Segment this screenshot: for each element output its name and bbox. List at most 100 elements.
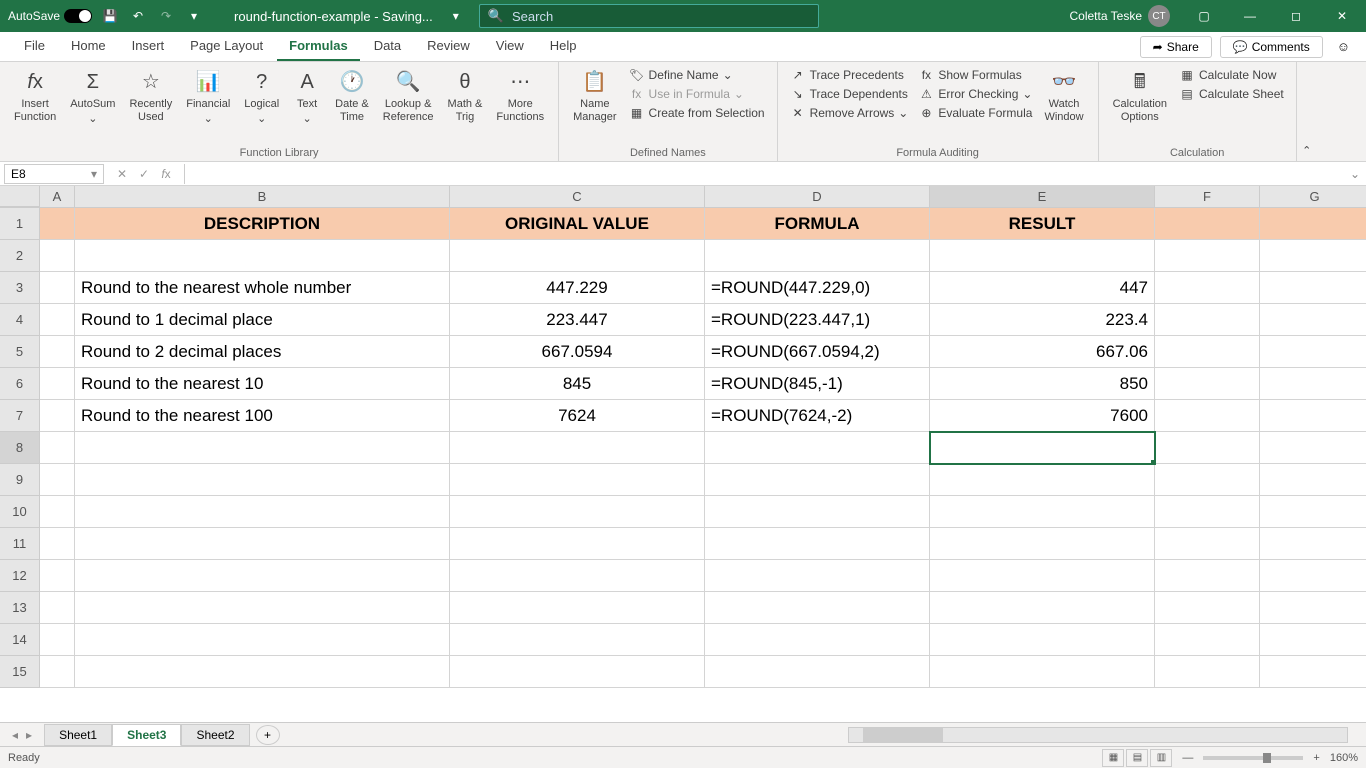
comments-button[interactable]: 💬 Comments (1220, 36, 1323, 58)
cell-A11[interactable] (40, 528, 75, 560)
smiley-icon[interactable]: ☺ (1331, 39, 1356, 54)
zoom-slider[interactable] (1203, 756, 1303, 760)
cell-A12[interactable] (40, 560, 75, 592)
cell-B9[interactable] (75, 464, 450, 496)
cell-A14[interactable] (40, 624, 75, 656)
undo-icon[interactable]: ↶ (128, 6, 148, 26)
cell-G5[interactable] (1260, 336, 1366, 368)
sheet-tab-sheet2[interactable]: Sheet2 (181, 724, 249, 746)
cell-A4[interactable] (40, 304, 75, 336)
row-header[interactable]: 2 (0, 240, 40, 272)
zoom-in-icon[interactable]: + (1313, 752, 1319, 764)
normal-view-icon[interactable]: ▦ (1102, 749, 1124, 767)
menu-tab-formulas[interactable]: Formulas (277, 32, 360, 61)
cell-D13[interactable] (705, 592, 930, 624)
col-header[interactable]: A (40, 186, 75, 207)
cell-D3[interactable]: =ROUND(447.229,0) (705, 272, 930, 304)
cell-F2[interactable] (1155, 240, 1260, 272)
cell-E10[interactable] (930, 496, 1155, 528)
cell-F4[interactable] (1155, 304, 1260, 336)
zoom-out-icon[interactable]: — (1182, 752, 1193, 764)
cell-B1[interactable]: DESCRIPTION (75, 208, 450, 240)
zoom-level[interactable]: 160% (1330, 752, 1358, 764)
sheet-tab-sheet1[interactable]: Sheet1 (44, 724, 112, 746)
cell-C4[interactable]: 223.447 (450, 304, 705, 336)
cell-B3[interactable]: Round to the nearest whole number (75, 272, 450, 304)
cell-E6[interactable]: 850 (930, 368, 1155, 400)
cell-D5[interactable]: =ROUND(667.0594,2) (705, 336, 930, 368)
cell-D4[interactable]: =ROUND(223.447,1) (705, 304, 930, 336)
text-button[interactable]: A Text⌄ (287, 66, 327, 128)
cell-C13[interactable] (450, 592, 705, 624)
sheet-nav-prev-icon[interactable]: ◂ (12, 728, 18, 742)
lookup-button[interactable]: 🔍 Lookup & Reference (377, 66, 440, 126)
add-sheet-button[interactable]: + (256, 725, 280, 745)
namebox-dropdown-icon[interactable]: ▾ (91, 167, 97, 181)
cell-G10[interactable] (1260, 496, 1366, 528)
menu-tab-file[interactable]: File (12, 32, 57, 61)
cell-A2[interactable] (40, 240, 75, 272)
cell-F7[interactable] (1155, 400, 1260, 432)
cell-C7[interactable]: 7624 (450, 400, 705, 432)
cell-G8[interactable] (1260, 432, 1366, 464)
cell-A3[interactable] (40, 272, 75, 304)
watch-window-button[interactable]: 👓 Watch Window (1038, 66, 1089, 126)
fx-icon[interactable]: fx (156, 167, 176, 181)
col-header[interactable]: B (75, 186, 450, 207)
cell-E14[interactable] (930, 624, 1155, 656)
cell-G3[interactable] (1260, 272, 1366, 304)
cell-C12[interactable] (450, 560, 705, 592)
cell-G7[interactable] (1260, 400, 1366, 432)
cell-E12[interactable] (930, 560, 1155, 592)
cell-B11[interactable] (75, 528, 450, 560)
cell-D12[interactable] (705, 560, 930, 592)
row-header[interactable]: 15 (0, 656, 40, 688)
create-from-selection-button[interactable]: ▦Create from Selection (625, 104, 769, 122)
cell-F11[interactable] (1155, 528, 1260, 560)
row-header[interactable]: 11 (0, 528, 40, 560)
error-checking-button[interactable]: ⚠Error Checking ⌄ (914, 85, 1036, 103)
filename-dropdown-icon[interactable]: ▾ (453, 9, 459, 23)
cell-C11[interactable] (450, 528, 705, 560)
menu-tab-data[interactable]: Data (362, 32, 413, 61)
row-header[interactable]: 6 (0, 368, 40, 400)
row-header[interactable]: 7 (0, 400, 40, 432)
cell-B10[interactable] (75, 496, 450, 528)
search-input[interactable]: 🔍 Search (479, 4, 819, 28)
cell-E8[interactable] (930, 432, 1155, 464)
cell-A7[interactable] (40, 400, 75, 432)
cell-B14[interactable] (75, 624, 450, 656)
collapse-ribbon-icon[interactable]: ⌃ (1297, 62, 1317, 161)
minimize-icon[interactable]: — (1230, 0, 1270, 32)
row-header[interactable]: 10 (0, 496, 40, 528)
cell-E5[interactable]: 667.06 (930, 336, 1155, 368)
cell-G12[interactable] (1260, 560, 1366, 592)
close-icon[interactable]: ✕ (1322, 0, 1362, 32)
cell-E13[interactable] (930, 592, 1155, 624)
cell-B13[interactable] (75, 592, 450, 624)
cell-C5[interactable]: 667.0594 (450, 336, 705, 368)
recently-used-button[interactable]: ☆ Recently Used (123, 66, 178, 126)
insert-function-button[interactable]: fx Insert Function (8, 66, 62, 126)
cell-F1[interactable] (1155, 208, 1260, 240)
row-header[interactable]: 5 (0, 336, 40, 368)
row-header[interactable]: 12 (0, 560, 40, 592)
row-header[interactable]: 14 (0, 624, 40, 656)
cell-E9[interactable] (930, 464, 1155, 496)
cell-G6[interactable] (1260, 368, 1366, 400)
cell-B8[interactable] (75, 432, 450, 464)
page-break-icon[interactable]: ▥ (1150, 749, 1172, 767)
cell-C2[interactable] (450, 240, 705, 272)
logical-button[interactable]: ? Logical⌄ (238, 66, 285, 128)
define-name-button[interactable]: 🏷Define Name ⌄ (625, 66, 769, 84)
row-header[interactable]: 9 (0, 464, 40, 496)
accept-formula-icon[interactable]: ✓ (134, 167, 154, 181)
cell-C10[interactable] (450, 496, 705, 528)
menu-tab-home[interactable]: Home (59, 32, 118, 61)
share-button[interactable]: ➦ Share (1140, 36, 1212, 58)
cancel-formula-icon[interactable]: ✕ (112, 167, 132, 181)
more-functions-button[interactable]: ⋯ More Functions (490, 66, 550, 126)
cell-E11[interactable] (930, 528, 1155, 560)
menu-tab-view[interactable]: View (484, 32, 536, 61)
cell-B4[interactable]: Round to 1 decimal place (75, 304, 450, 336)
